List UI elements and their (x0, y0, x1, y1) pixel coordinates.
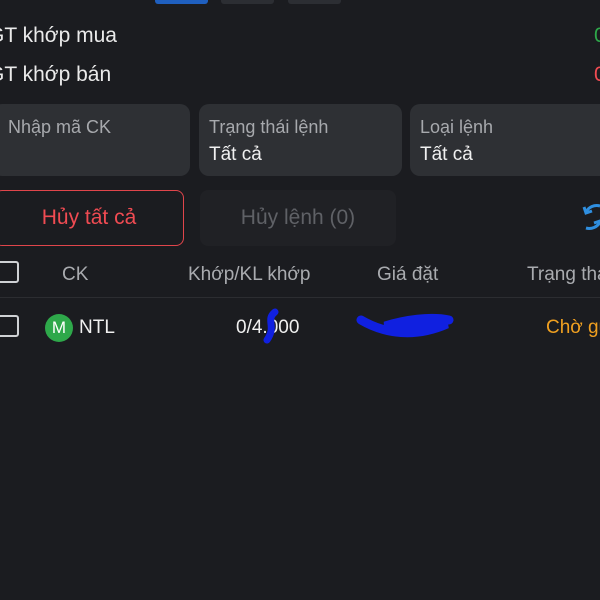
sell-matched-label: GT khớp bán (0, 63, 112, 86)
symbol-input-placeholder: Nhập mã CK (8, 117, 112, 137)
row-checkbox[interactable] (0, 315, 19, 337)
tab-2[interactable] (221, 0, 274, 4)
cancel-order-button[interactable]: Hủy lệnh (0) (200, 190, 396, 246)
refresh-icon[interactable] (578, 198, 600, 238)
tab-active[interactable] (155, 0, 208, 4)
symbol-input[interactable]: Nhập mã CK (0, 104, 190, 176)
header-divider (0, 297, 600, 298)
buy-side-badge: M (45, 314, 73, 342)
buy-matched-label: GT khớp mua (0, 24, 117, 47)
redaction-scribble-qty (259, 308, 283, 344)
order-status-select[interactable]: Trạng thái lệnh Tất cả (199, 104, 402, 176)
row-symbol: NTL (79, 317, 115, 338)
row-status: Chờ gửi (546, 317, 600, 338)
tab-3[interactable] (288, 0, 341, 4)
sell-matched-value: 0 (594, 63, 600, 86)
order-type-label: Loại lệnh (420, 117, 494, 137)
header-price: Giá đặt (377, 264, 439, 285)
header-status: Trạng thái (527, 264, 600, 285)
header-matched: Khớp/KL khớp (188, 264, 311, 285)
order-type-value: Tất cả (420, 144, 473, 165)
header-symbol: CK (62, 264, 89, 285)
cancel-all-button[interactable]: Hủy tất cả (0, 190, 184, 246)
buy-matched-value: 0 (594, 24, 600, 47)
order-status-label: Trạng thái lệnh (209, 117, 329, 137)
redaction-scribble-price (355, 308, 455, 344)
order-type-select[interactable]: Loại lệnh Tất cả (410, 104, 600, 176)
select-all-checkbox[interactable] (0, 261, 19, 283)
order-status-value: Tất cả (209, 144, 262, 165)
